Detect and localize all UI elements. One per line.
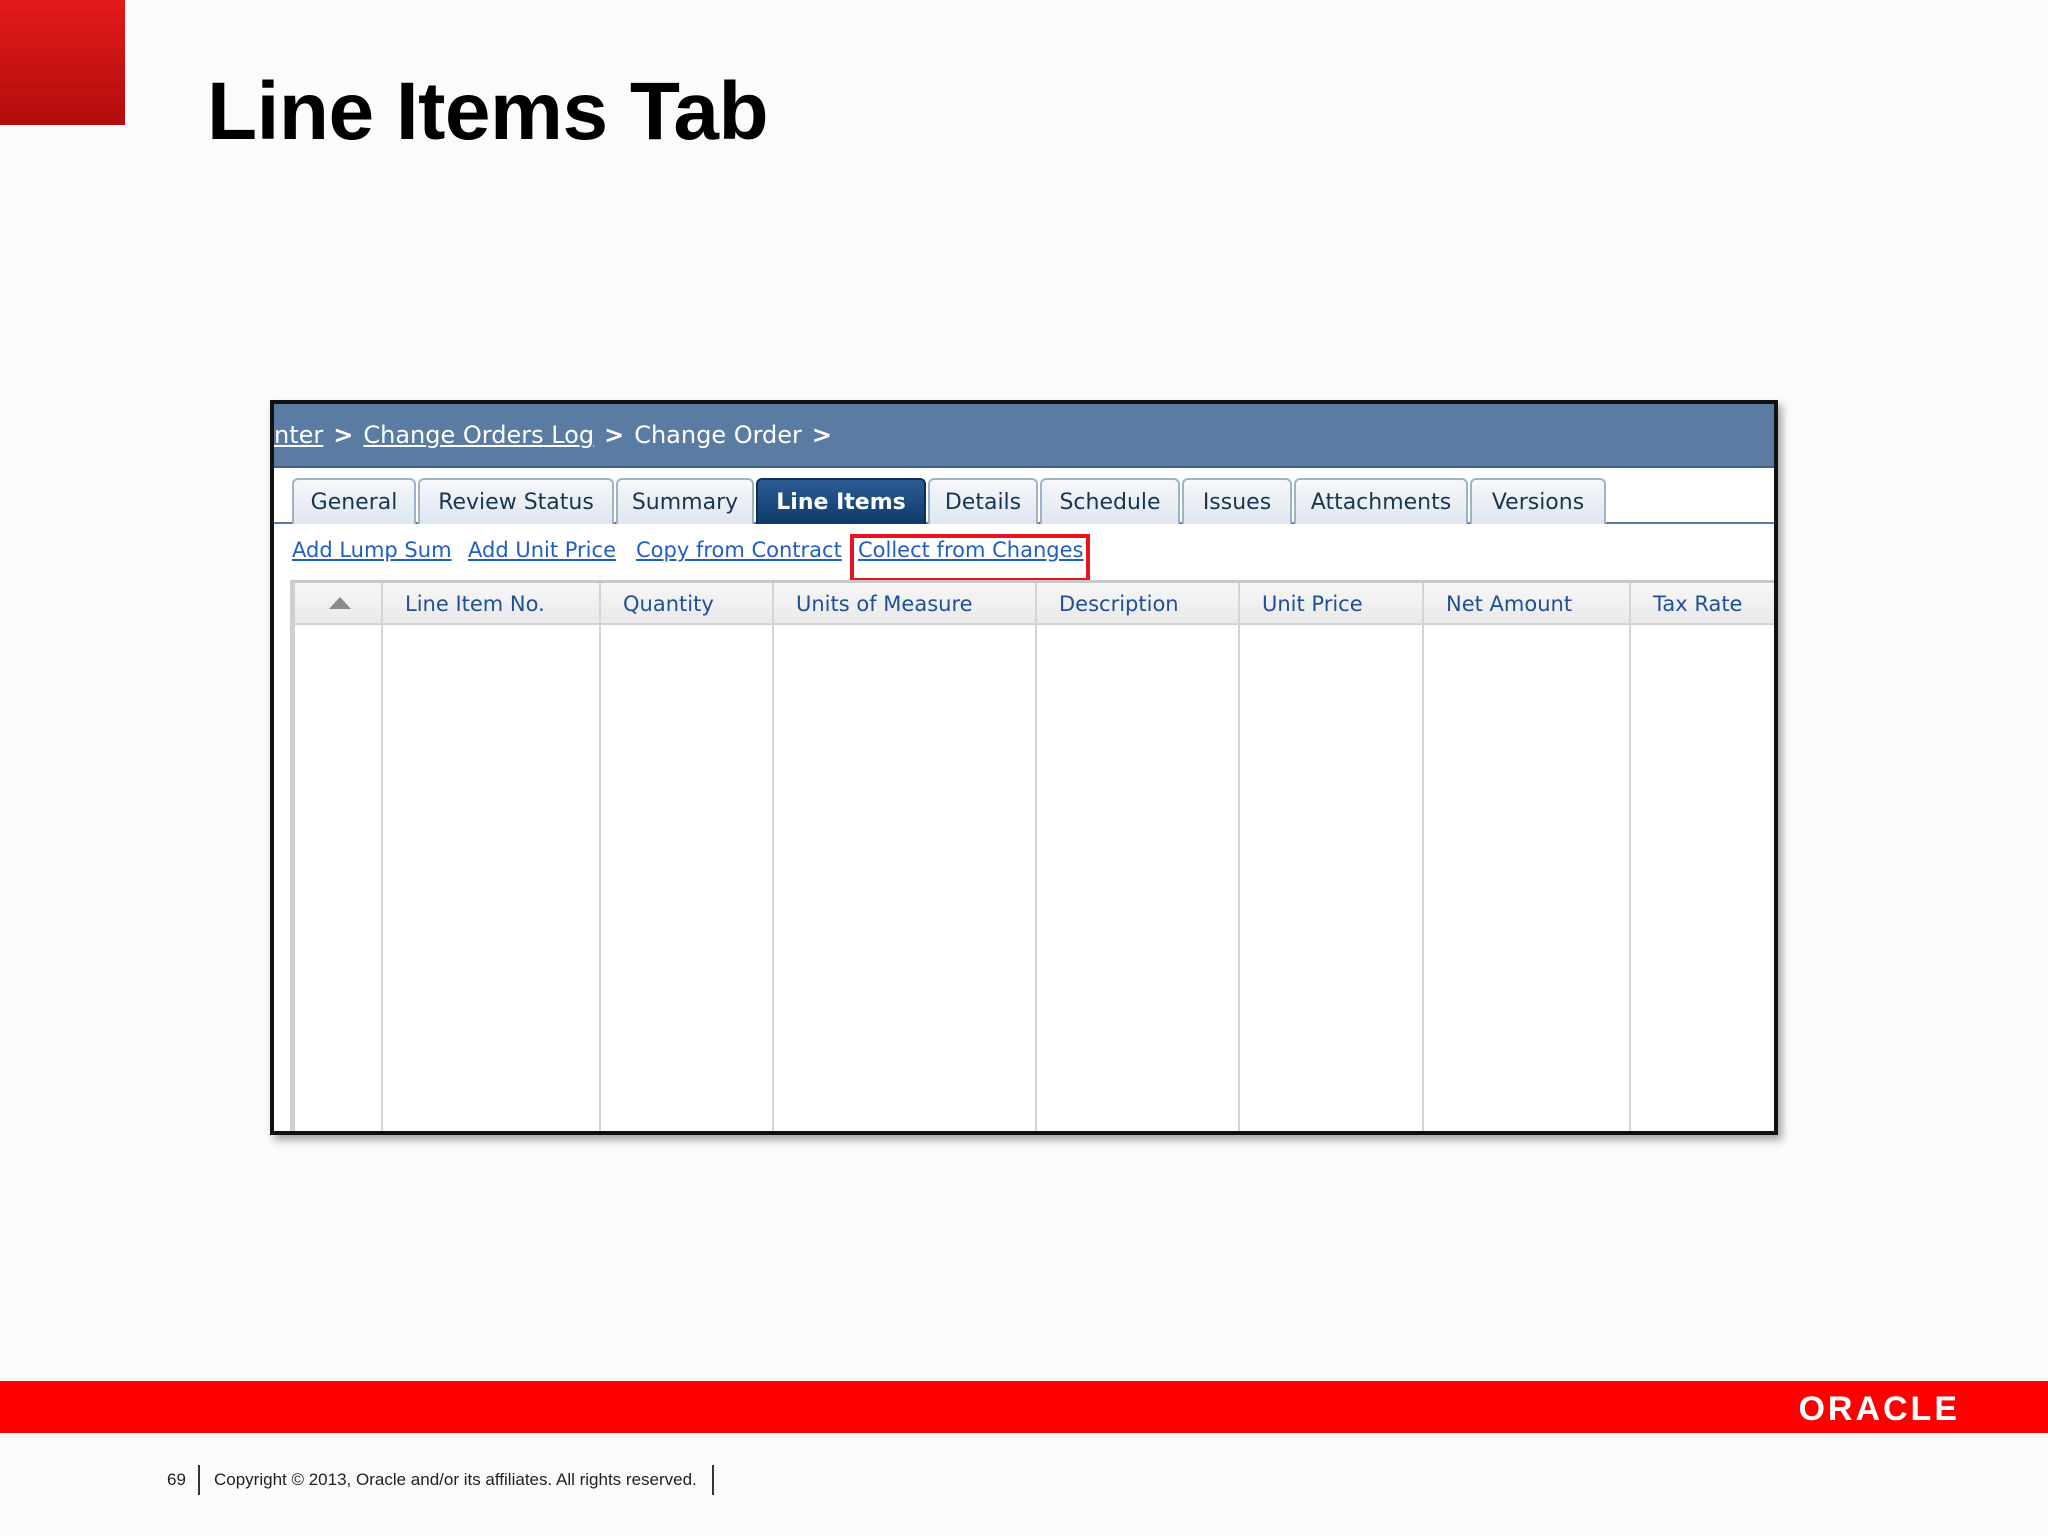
footer-divider bbox=[198, 1465, 200, 1495]
breadcrumb-separator: > bbox=[811, 421, 833, 449]
column-divider bbox=[1422, 583, 1424, 1131]
column-units-of-measure[interactable]: Units of Measure bbox=[774, 583, 1037, 625]
footer-divider bbox=[712, 1465, 714, 1495]
column-divider bbox=[1035, 583, 1037, 1131]
column-divider bbox=[599, 583, 601, 1131]
column-divider bbox=[772, 583, 774, 1131]
add-lump-sum-link[interactable]: Add Lump Sum bbox=[292, 538, 452, 562]
tab-review-status[interactable]: Review Status bbox=[418, 478, 614, 524]
column-tax-rate[interactable]: Tax Rate bbox=[1631, 583, 1774, 625]
copy-from-contract-link[interactable]: Copy from Contract bbox=[636, 538, 842, 562]
column-net-amount[interactable]: Net Amount bbox=[1424, 583, 1631, 625]
tab-schedule[interactable]: Schedule bbox=[1040, 478, 1180, 524]
oracle-logo: ORACLE bbox=[1798, 1390, 1960, 1428]
add-unit-price-link[interactable]: Add Unit Price bbox=[468, 538, 616, 562]
copyright-text: Copyright © 2013, Oracle and/or its affi… bbox=[214, 1470, 697, 1489]
breadcrumb-separator: > bbox=[604, 421, 625, 449]
breadcrumb-item-change-orders-log[interactable]: Change Orders Log bbox=[363, 421, 594, 449]
sort-ascending-icon[interactable] bbox=[329, 597, 351, 609]
breadcrumb-item-change-order: Change Order bbox=[634, 421, 802, 449]
column-line-item-no[interactable]: Line Item No. bbox=[383, 583, 601, 625]
tab-details[interactable]: Details bbox=[928, 478, 1038, 524]
corner-accent bbox=[0, 0, 125, 125]
column-description[interactable]: Description bbox=[1037, 583, 1240, 625]
tab-summary[interactable]: Summary bbox=[616, 478, 754, 524]
breadcrumb-item-center[interactable]: nter bbox=[274, 421, 323, 449]
column-divider bbox=[1238, 583, 1240, 1131]
tab-issues[interactable]: Issues bbox=[1182, 478, 1292, 524]
tab-general[interactable]: General bbox=[292, 478, 416, 524]
column-divider bbox=[1629, 583, 1631, 1131]
app-screenshot: nter > Change Orders Log > Change Order … bbox=[270, 400, 1778, 1135]
column-quantity[interactable]: Quantity bbox=[601, 583, 773, 625]
slide-title: Line Items Tab bbox=[207, 66, 769, 157]
tab-attachments[interactable]: Attachments bbox=[1294, 478, 1468, 524]
column-divider bbox=[381, 583, 383, 1131]
line-items-table: Line Item No. Quantity Units of Measure … bbox=[290, 580, 1774, 1131]
highlight-box bbox=[850, 534, 1090, 582]
tab-strip: General Review Status Summary Line Items… bbox=[274, 468, 1774, 524]
footer-band: ORACLE bbox=[0, 1381, 2048, 1433]
tab-versions[interactable]: Versions bbox=[1470, 478, 1606, 524]
tab-line-items[interactable]: Line Items bbox=[756, 478, 926, 524]
page-number: 69 bbox=[167, 1470, 186, 1489]
column-unit-price[interactable]: Unit Price bbox=[1240, 583, 1424, 625]
action-row: Add Lump Sum Add Unit Price Copy from Co… bbox=[274, 524, 1774, 582]
breadcrumb: nter > Change Orders Log > Change Order … bbox=[274, 404, 1774, 468]
breadcrumb-separator: > bbox=[333, 421, 354, 449]
